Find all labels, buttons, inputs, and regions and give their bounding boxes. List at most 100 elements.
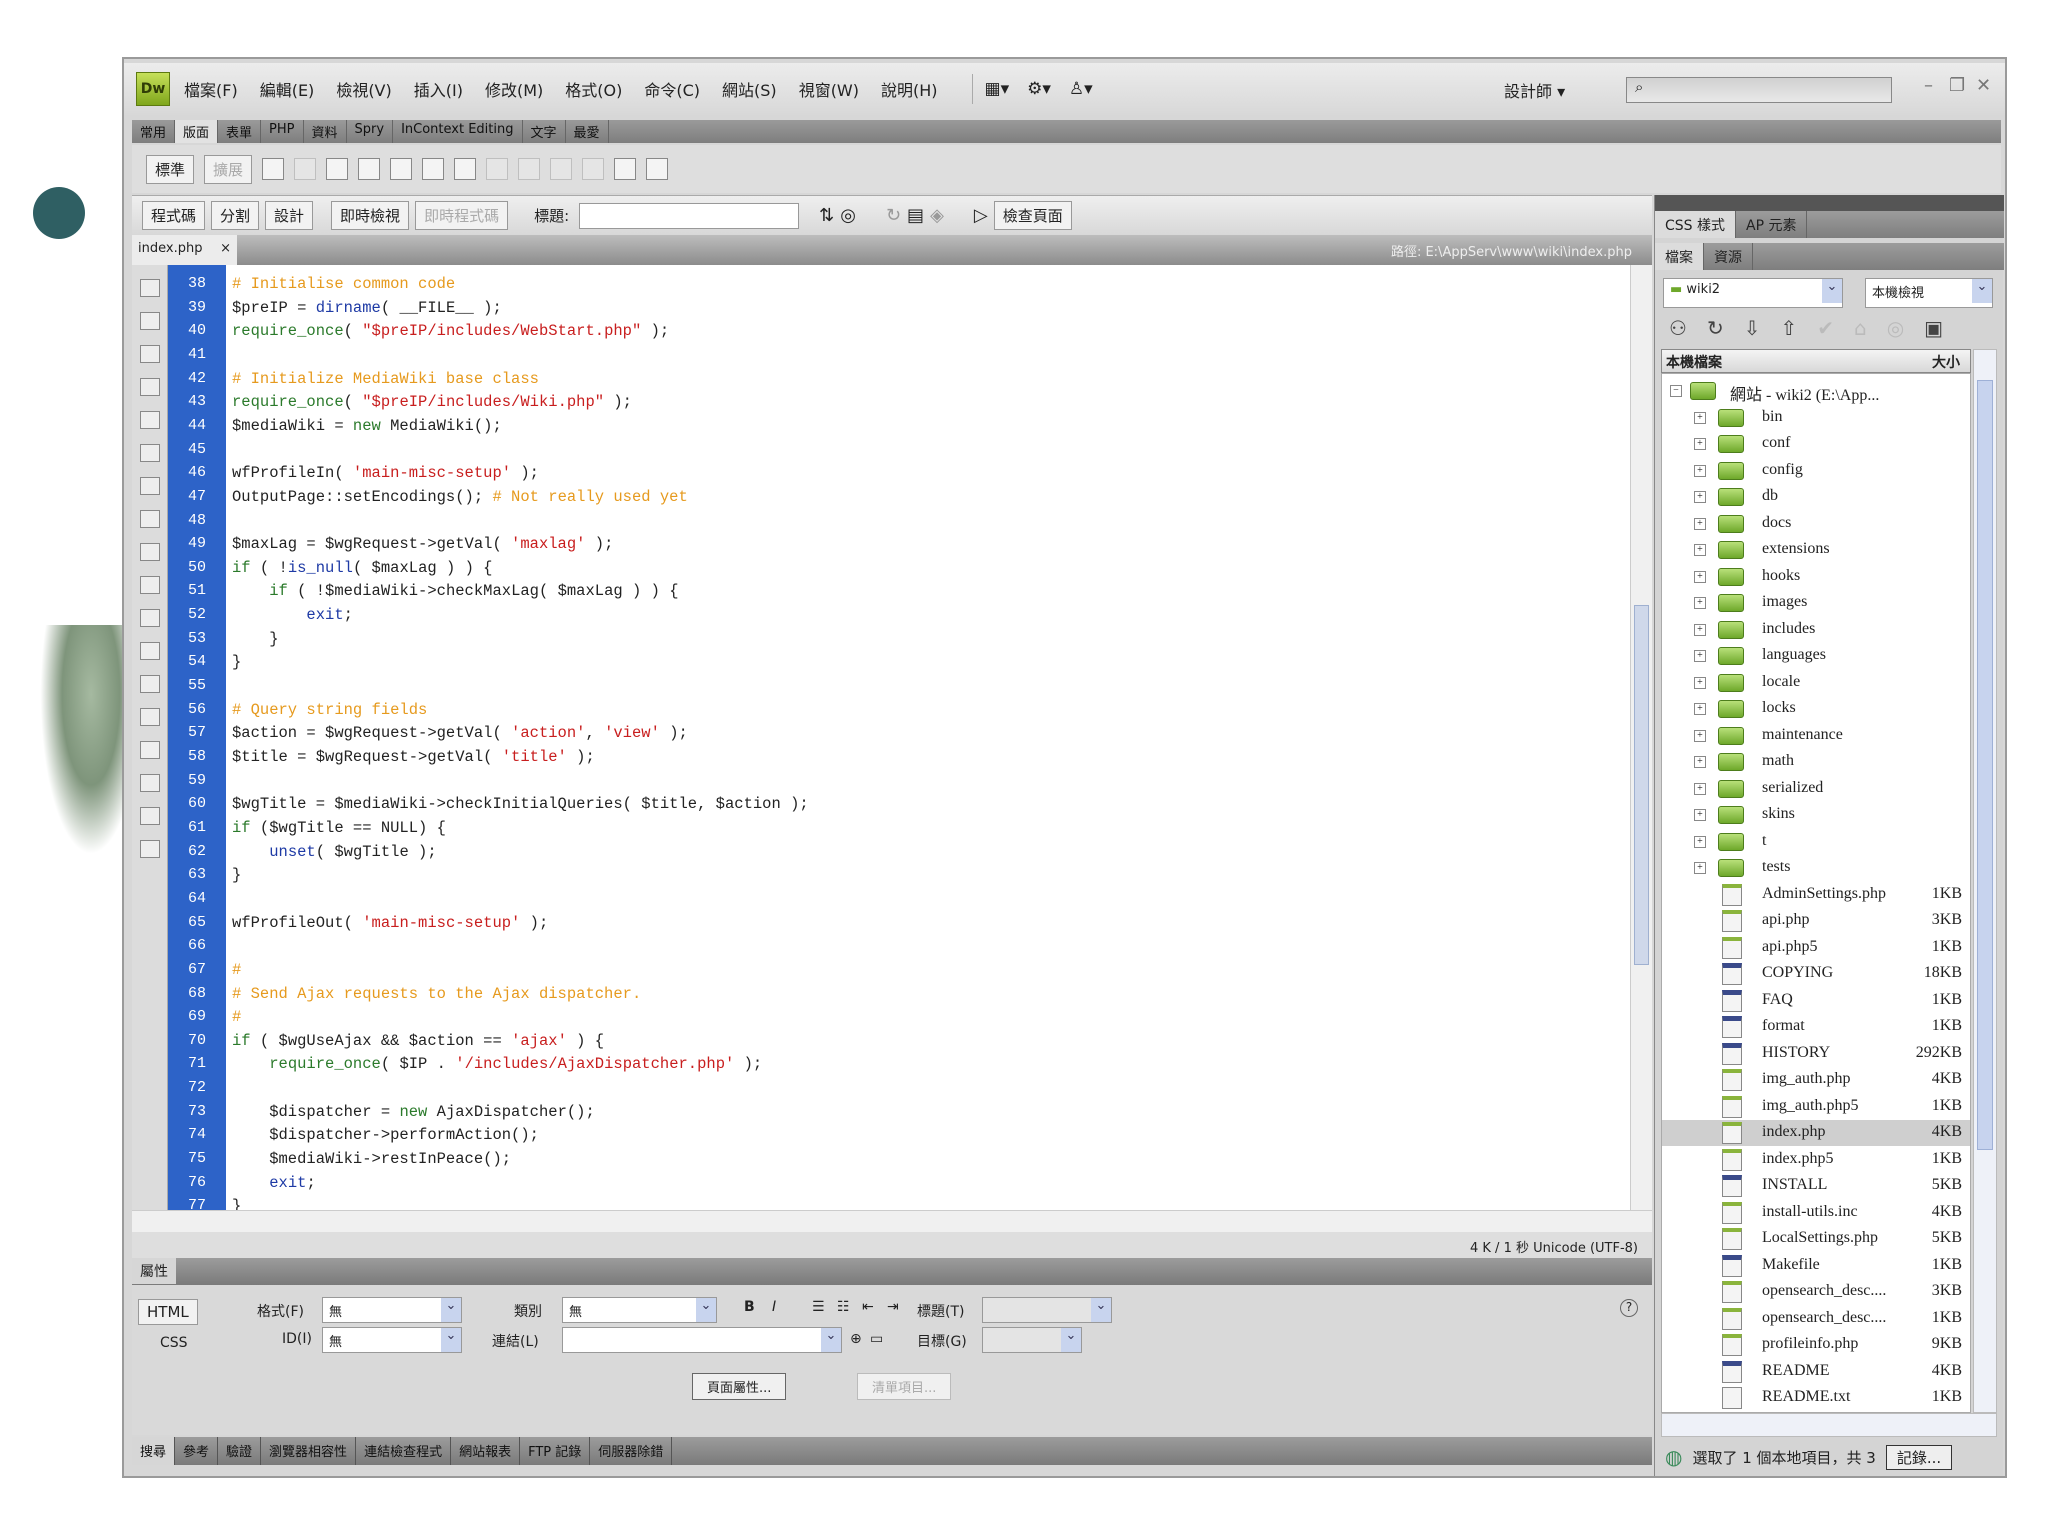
html-mode-button[interactable]: HTML — [138, 1299, 198, 1325]
check-in-icon[interactable]: ⌂ — [1854, 316, 1867, 340]
folder-row[interactable]: + includes — [1662, 617, 1970, 643]
check-out-icon[interactable]: ✔ — [1817, 316, 1834, 340]
file-row[interactable]: INSTALL 5KB — [1662, 1173, 1970, 1199]
results-tab[interactable]: 伺服器除錯 — [590, 1437, 673, 1465]
ap-div-icon[interactable] — [326, 158, 349, 180]
spry-panels-icon[interactable] — [390, 158, 413, 180]
results-tab[interactable]: 參考 — [175, 1437, 219, 1465]
code-vertical-scrollbar[interactable] — [1630, 265, 1652, 1210]
insert-tab[interactable]: 表單 — [218, 120, 262, 143]
live-view-button[interactable]: 即時檢視 — [331, 201, 410, 230]
target-select[interactable] — [982, 1327, 1082, 1353]
file-tree-scrollbar[interactable] — [1973, 349, 1997, 1413]
connect-icon[interactable]: ⚇ — [1669, 316, 1687, 340]
expand-icon[interactable]: + — [1694, 650, 1706, 662]
coding-tool-icon[interactable] — [140, 807, 160, 825]
collapse-icon[interactable]: − — [1670, 385, 1682, 397]
expand-icon[interactable]: + — [1694, 438, 1706, 450]
standard-mode-button[interactable]: 標準 — [146, 154, 195, 184]
menu-item[interactable]: 視窗(W) — [799, 77, 859, 101]
expand-icon[interactable]: + — [1694, 782, 1706, 795]
panel-tab[interactable]: CSS 樣式 — [1655, 211, 1736, 238]
code-view-button[interactable]: 程式碼 — [142, 201, 206, 230]
visual-aids-icon[interactable]: ◈ — [930, 205, 944, 226]
link-input[interactable] — [562, 1327, 842, 1353]
coding-tool-icon[interactable] — [140, 642, 160, 660]
expand-icon[interactable]: + — [1694, 570, 1706, 583]
column-local-files[interactable]: 本機檔案 — [1666, 352, 1722, 372]
file-row[interactable]: img_auth.php5 1KB — [1662, 1094, 1970, 1120]
format-select[interactable]: 無 — [322, 1297, 462, 1323]
extend-icon[interactable]: ⚙▾ — [1027, 79, 1051, 99]
file-row[interactable]: opensearch_desc.... 3KB — [1662, 1279, 1970, 1305]
properties-tab[interactable]: 屬性 — [132, 1258, 176, 1284]
expand-icon[interactable]: + — [1694, 411, 1706, 424]
ordered-list-icon[interactable]: ☷ — [837, 1299, 850, 1315]
bold-button[interactable]: B — [744, 1299, 755, 1315]
row-above-icon[interactable] — [486, 158, 509, 180]
workspace-switcher[interactable]: 設計師 ▾ — [1504, 78, 1565, 102]
scrollbar-thumb[interactable] — [1977, 380, 1993, 1150]
expand-panel-icon[interactable]: ▣ — [1924, 316, 1943, 340]
panel-tab[interactable]: AP 元素 — [1736, 211, 1808, 238]
search-input[interactable]: ⌕ — [1626, 77, 1892, 103]
folder-row[interactable]: + t — [1662, 829, 1970, 855]
file-row[interactable]: index.php 4KB — [1662, 1120, 1970, 1146]
code-editor[interactable]: 38 39 40 41 42 43 44 45 46 47 48 49 50 51 52 53 54 55 56 57… — [132, 265, 1652, 1215]
folder-row[interactable]: + bin — [1662, 405, 1970, 431]
preview-browser-icon[interactable]: ◎ — [840, 205, 856, 226]
results-tab[interactable]: 網站報表 — [451, 1437, 521, 1465]
unordered-list-icon[interactable]: ☰ — [812, 1299, 825, 1315]
coding-tool-icon[interactable] — [140, 675, 160, 693]
file-management-icon[interactable]: ⇅ — [819, 205, 834, 226]
folder-row[interactable]: + images — [1662, 590, 1970, 616]
menu-item[interactable]: 說明(H) — [881, 77, 938, 101]
results-tab[interactable]: 搜尋 — [132, 1437, 176, 1465]
coding-tool-icon[interactable] — [140, 543, 160, 561]
expand-icon[interactable]: + — [1694, 464, 1706, 477]
coding-tool-icon[interactable] — [140, 378, 160, 396]
help-icon[interactable]: ? — [1620, 1299, 1638, 1317]
check-page-button[interactable]: 檢查頁面 — [993, 201, 1072, 230]
sync-icon[interactable]: ◎ — [1887, 316, 1904, 340]
menu-item[interactable]: 編輯(E) — [260, 77, 315, 101]
coding-tool-icon[interactable] — [140, 411, 160, 429]
minimize-button[interactable]: – — [1924, 75, 1933, 96]
column-left-icon[interactable] — [550, 158, 573, 180]
log-button[interactable]: 記錄... — [1885, 1444, 1953, 1470]
tree-root[interactable]: − 網站 - wiki2 (E:\App... — [1662, 378, 1970, 404]
page-properties-button[interactable]: 頁面屬性... — [692, 1373, 787, 1400]
expand-icon[interactable]: + — [1694, 597, 1706, 609]
expand-icon[interactable]: + — [1694, 703, 1706, 715]
site-icon[interactable]: ♙▾ — [1069, 79, 1093, 99]
coding-tool-icon[interactable] — [140, 840, 160, 858]
put-files-icon[interactable]: ⇧ — [1780, 316, 1797, 340]
folder-row[interactable]: + skins — [1662, 802, 1970, 828]
row-below-icon[interactable] — [518, 158, 541, 180]
results-tab[interactable]: 連結檢查程式 — [356, 1437, 452, 1465]
folder-row[interactable]: + math — [1662, 749, 1970, 775]
folder-row[interactable]: + extensions — [1662, 537, 1970, 563]
file-row[interactable]: README 4KB — [1662, 1359, 1970, 1385]
results-tab[interactable]: 驗證 — [218, 1437, 262, 1465]
folder-row[interactable]: + db — [1662, 484, 1970, 510]
frames-dropdown-icon[interactable] — [646, 158, 669, 180]
file-row[interactable]: FAQ 1KB — [1662, 988, 1970, 1014]
file-tree-horizontal-scrollbar[interactable] — [1661, 1413, 1997, 1437]
folder-row[interactable]: + languages — [1662, 643, 1970, 669]
spry-tabs-icon[interactable] — [422, 158, 445, 180]
insert-tab[interactable]: InContext Editing — [393, 120, 523, 143]
layout-icon[interactable]: ▦▾ — [985, 79, 1010, 99]
menu-item[interactable]: 命令(C) — [644, 77, 700, 101]
close-button[interactable]: ✕ — [1976, 75, 1991, 96]
expand-icon[interactable]: + — [1694, 835, 1706, 848]
class-select[interactable]: 無 — [562, 1297, 717, 1323]
restore-button[interactable]: ❐ — [1949, 75, 1965, 96]
file-row[interactable]: LocalSettings.php 5KB — [1662, 1226, 1970, 1252]
file-row[interactable]: img_auth.php 4KB — [1662, 1067, 1970, 1093]
expand-icon[interactable]: + — [1694, 729, 1706, 742]
folder-row[interactable]: + serialized — [1662, 776, 1970, 802]
title-field-input[interactable] — [982, 1297, 1112, 1323]
list-item-button[interactable]: 清單項目... — [857, 1373, 952, 1400]
file-row[interactable]: profileinfo.php 9KB — [1662, 1332, 1970, 1358]
